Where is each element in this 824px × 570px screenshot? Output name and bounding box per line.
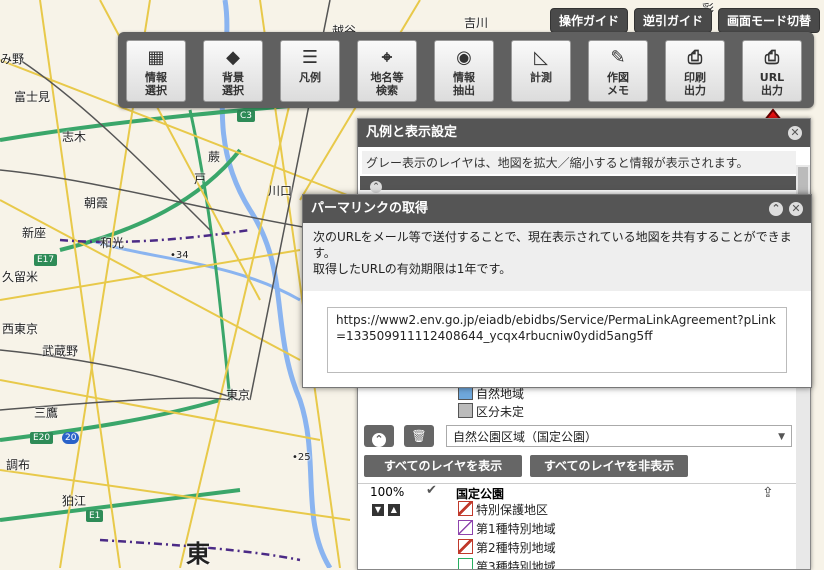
trash-icon: 🗑 xyxy=(411,429,427,443)
binoculars-icon: ◉ xyxy=(456,47,472,68)
legend-row: 特別保護地区 xyxy=(458,501,548,518)
route-number-25: •25 xyxy=(292,452,311,463)
tool-info-extract[interactable]: ◉ 情報 抽出 xyxy=(434,40,494,102)
permalink-dialog: パーマリンクの取得 ⌃ ✕ 次のURLをメール等で送付することで、現在表示されて… xyxy=(302,194,812,388)
tool-draw-memo[interactable]: ✎ 作図 メモ xyxy=(588,40,648,102)
legend-row: 第1種特別地域 xyxy=(458,520,556,537)
map-place-label: 三鷹 xyxy=(34,406,59,420)
reverse-guide-button[interactable]: 逆引ガイド xyxy=(633,8,712,33)
route-number-34: •34 xyxy=(170,250,189,261)
map-place-label: 武蔵野 xyxy=(42,344,79,358)
operation-guide-button[interactable]: 操作ガイド xyxy=(549,8,628,33)
chevron-down-icon: ▼ xyxy=(778,432,785,442)
legend-swatch xyxy=(458,403,473,418)
share-icon[interactable]: ⇪ xyxy=(762,485,774,501)
map-place-label: 西東京 xyxy=(2,322,39,336)
legend-row: 第3種特別地域 xyxy=(458,558,556,569)
delete-layer-button[interactable]: 🗑 xyxy=(404,425,434,447)
url-printer-icon: ⎙ xyxy=(764,47,780,68)
road-shield-20: 20 xyxy=(62,432,80,444)
main-toolbar: ▦ 情報 選択 ◆ 背景 選択 ☰ 凡例 ⌖ 地名等 検索 ◉ 情報 抽出 ◺ 計測 ✎ 作図 メモ ⎙… xyxy=(118,32,814,108)
map-place-label: 戸 xyxy=(194,172,207,186)
hide-all-layers-button[interactable]: すべてのレイヤを非表示 xyxy=(530,455,688,477)
legend-swatch xyxy=(458,558,473,569)
legend-row: 第2種特別地域 xyxy=(458,539,556,556)
road-shield-e1: E1 xyxy=(86,510,104,522)
map-place-label: 川口 xyxy=(268,184,293,198)
divider xyxy=(358,483,796,484)
legend-swatch xyxy=(458,501,473,516)
show-all-layers-button[interactable]: すべてのレイヤを表示 xyxy=(364,455,522,477)
legend-swatch xyxy=(458,520,473,535)
dialog-title: パーマリンクの取得 xyxy=(311,201,429,216)
collapse-button[interactable]: ⌃ xyxy=(364,425,394,447)
road-shield-c3: C3 xyxy=(237,110,256,122)
map-label-big: 東 xyxy=(186,540,210,568)
tool-legend[interactable]: ☰ 凡例 xyxy=(280,40,340,102)
close-icon[interactable]: ✕ xyxy=(788,126,802,140)
tool-print[interactable]: ⎙ 印刷 出力 xyxy=(665,40,725,102)
palette-icon: ✎ xyxy=(610,47,626,68)
top-button-bar: 操作ガイド 逆引ガイド 画面モード切替 xyxy=(549,8,820,33)
map-place-label: 志木 xyxy=(62,130,87,144)
road-shield-e20: E20 xyxy=(30,432,54,444)
opacity-value: 100% xyxy=(370,485,405,499)
ruler-icon: ◺ xyxy=(534,47,548,68)
legend-row: 区分未定 xyxy=(458,403,524,420)
dialog-message: 次のURLをメール等で送付することで、現在表示されている地図を共有することができ… xyxy=(303,223,811,291)
legend-group-title: 国定公園 xyxy=(456,487,505,501)
layer-group-header[interactable]: ⌃ xyxy=(360,176,796,193)
legend-swatch xyxy=(458,539,473,554)
tool-background-select[interactable]: ◆ 背景 選択 xyxy=(203,40,263,102)
map-place-label: 蕨 xyxy=(208,150,221,164)
opacity-up-icon[interactable]: ▲ xyxy=(387,504,400,516)
permalink-dialog-header: パーマリンクの取得 ⌃ ✕ xyxy=(303,195,811,223)
tool-url-output[interactable]: ⎙ URL 出力 xyxy=(742,40,802,102)
tool-measure[interactable]: ◺ 計測 xyxy=(511,40,571,102)
printer-icon: ⎙ xyxy=(687,47,703,68)
layer-controls: ⌃ 🗑 自然公園区域（国定公園） ▼ xyxy=(364,423,792,449)
tool-place-search[interactable]: ⌖ 地名等 検索 xyxy=(357,40,417,102)
map-place-label: 調布 xyxy=(6,458,31,472)
legend-icon: ☰ xyxy=(301,47,319,68)
map-place-label: 久留米 xyxy=(2,270,39,284)
layer-visible-checkbox[interactable]: ✔ xyxy=(426,483,437,498)
map-place-label: 朝霞 xyxy=(84,196,109,210)
place-search-icon: ⌖ xyxy=(381,47,393,68)
map-place-label: 新座 xyxy=(22,226,47,240)
map-place-label: み野 xyxy=(0,52,25,66)
legend-panel-title: 凡例と表示設定 xyxy=(366,125,458,140)
map-place-label: 吉川 xyxy=(464,16,489,30)
map-place-label: 和光 xyxy=(100,236,125,250)
map-place-label: 東京 xyxy=(226,388,251,402)
road-shield-e17: E17 xyxy=(34,254,58,266)
screen-mode-button[interactable]: 画面モード切替 xyxy=(717,8,820,33)
permalink-url-field[interactable]: https://www2.env.go.jp/eiadb/ebidbs/Serv… xyxy=(327,307,787,373)
chevron-up-icon: ⌃ xyxy=(372,433,386,447)
background-icon: ◆ xyxy=(226,47,240,68)
legend-panel-note: グレー表示のレイヤは、地図を拡大／縮小すると情報が表示されます。 xyxy=(362,151,796,174)
tool-info-select[interactable]: ▦ 情報 選択 xyxy=(126,40,186,102)
opacity-stepper: ▼ ▲ xyxy=(372,501,400,516)
map-place-label: 狛江 xyxy=(62,494,87,508)
collapse-icon[interactable]: ⌃ xyxy=(769,202,783,216)
opacity-down-icon[interactable]: ▼ xyxy=(372,504,384,516)
close-icon[interactable]: ✕ xyxy=(789,202,803,216)
legend-panel-header: 凡例と表示設定 ✕ xyxy=(358,119,810,147)
chevron-up-icon[interactable]: ⌃ xyxy=(370,181,382,193)
layers-icon: ▦ xyxy=(147,47,165,68)
map-place-label: 富士見 xyxy=(14,90,51,104)
layer-select[interactable]: 自然公園区域（国定公園） ▼ xyxy=(446,425,792,447)
